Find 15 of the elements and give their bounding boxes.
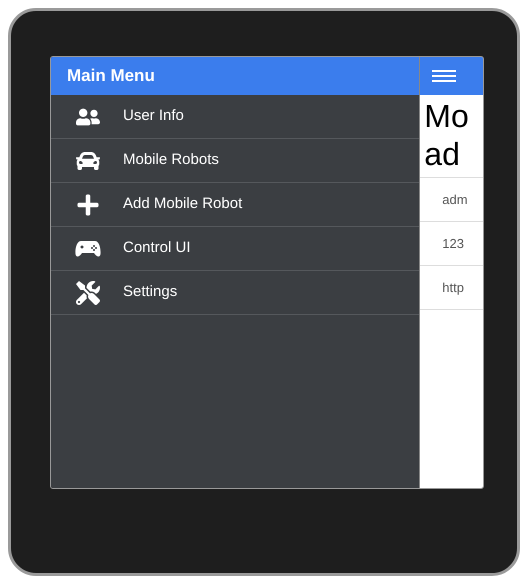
menu-title: Main Menu — [67, 65, 155, 88]
table-cell: 123 — [442, 236, 464, 251]
menu-item[interactable]: Settings — [51, 271, 420, 315]
menu-item[interactable]: User Info — [51, 95, 420, 139]
table-cell: adm — [442, 192, 468, 207]
menu-item[interactable]: Mobile Robots — [51, 139, 420, 183]
page-heading: Mo — [424, 97, 470, 135]
menu-icon[interactable] — [432, 70, 456, 82]
tools-icon — [76, 280, 100, 304]
page-heading: ad — [424, 135, 461, 173]
menu-item[interactable]: Add Mobile Robot — [51, 183, 420, 227]
plus-icon — [76, 192, 100, 216]
table-cell: http — [442, 280, 464, 295]
menu-item[interactable]: Control UI — [51, 227, 420, 271]
gamepad-icon — [75, 240, 101, 258]
